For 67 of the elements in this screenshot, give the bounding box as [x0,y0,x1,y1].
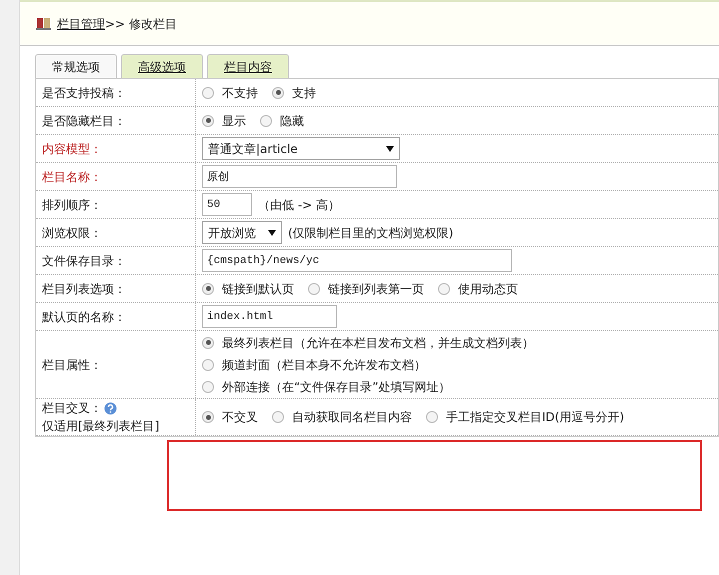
field-label: 文件保存目录： [42,252,126,270]
radio-option[interactable]: 不支持 [202,84,258,102]
radio-option[interactable]: 链接到默认页 [202,280,294,298]
radio-option[interactable]: 显示 [202,112,246,130]
radio-button[interactable] [438,282,450,294]
radio-button[interactable] [426,411,438,423]
radio-option[interactable]: 外部连接（在“文件保存目录”处填写网址） [202,378,534,396]
tab[interactable]: 栏目内容 [207,54,289,78]
field-label: 内容模型： [42,140,102,158]
radio-button[interactable] [272,86,284,98]
caret-icon [386,146,394,152]
dropdown[interactable]: 普通文章|article [202,137,400,160]
radio-option[interactable]: 链接到列表第一页 [308,280,424,298]
field-label: 栏目列表选项： [42,280,126,298]
field-label: 是否隐藏栏目： [42,112,126,130]
radio-label: 链接到列表第一页 [328,280,424,298]
radio-option[interactable]: 使用动态页 [438,280,518,298]
radio-button[interactable] [272,411,284,423]
radio-button[interactable] [308,282,320,294]
radio-label: 支持 [292,84,316,102]
radio-label: 频道封面（栏目本身不允许发布文档） [222,356,426,374]
radio-label: 链接到默认页 [222,280,294,298]
field-sublabel: 仅适用[最终列表栏目] [42,418,160,435]
caret-icon [268,230,276,236]
field-label: 栏目交叉： [42,400,102,417]
field-label: 是否支持投稿： [42,84,126,102]
radio-button[interactable] [202,380,214,392]
field-note: （由低 -> 高） [258,196,340,214]
dropdown[interactable]: 开放浏览 [202,221,282,244]
radio-option[interactable]: 隐藏 [260,112,304,130]
radio-option[interactable]: 手工指定交叉栏目ID(用逗号分开) [426,408,624,426]
radio-button[interactable] [202,336,214,348]
text-field[interactable]: {cmspath}/news/yc [202,249,512,272]
book-icon [36,17,51,30]
field-label: 浏览权限： [42,224,102,242]
field-label: 栏目名称： [42,168,102,186]
radio-button[interactable] [202,411,214,423]
field-label: 栏目属性： [42,356,102,374]
radio-option[interactable]: 自动获取同名栏目内容 [272,408,412,426]
breadcrumb-separator: >> [105,16,126,30]
radio-button[interactable] [202,86,214,98]
radio-button[interactable] [202,358,214,370]
text-field[interactable]: 50 [202,193,252,216]
radio-label: 自动获取同名栏目内容 [292,409,412,426]
radio-button[interactable] [202,282,214,294]
radio-option[interactable]: 频道封面（栏目本身不允许发布文档） [202,356,534,374]
help-icon[interactable] [104,402,117,414]
text-field[interactable]: 原创 [202,165,397,188]
text-field[interactable]: index.html [202,305,337,328]
radio-option[interactable]: 支持 [272,84,316,102]
radio-label: 使用动态页 [458,280,518,298]
tab[interactable]: 高级选项 [121,54,203,78]
radio-label: 不交叉 [222,409,258,426]
radio-label: 手工指定交叉栏目ID(用逗号分开) [446,409,624,426]
field-label: 排列顺序： [42,196,102,214]
radio-label: 不支持 [222,84,258,102]
field-label: 默认页的名称： [42,308,126,326]
radio-button[interactable] [260,114,272,126]
tab[interactable]: 常规选项 [35,54,117,78]
radio-label: 隐藏 [280,112,304,130]
radio-label: 显示 [222,112,246,130]
breadcrumb-link[interactable]: 栏目管理 [57,16,105,30]
radio-button[interactable] [202,114,214,126]
breadcrumb-current: 修改栏目 [129,16,178,30]
radio-option[interactable]: 不交叉 [202,408,258,426]
field-note: (仅限制栏目里的文档浏览权限) [288,224,454,242]
radio-label: 外部连接（在“文件保存目录”处填写网址） [222,378,450,396]
